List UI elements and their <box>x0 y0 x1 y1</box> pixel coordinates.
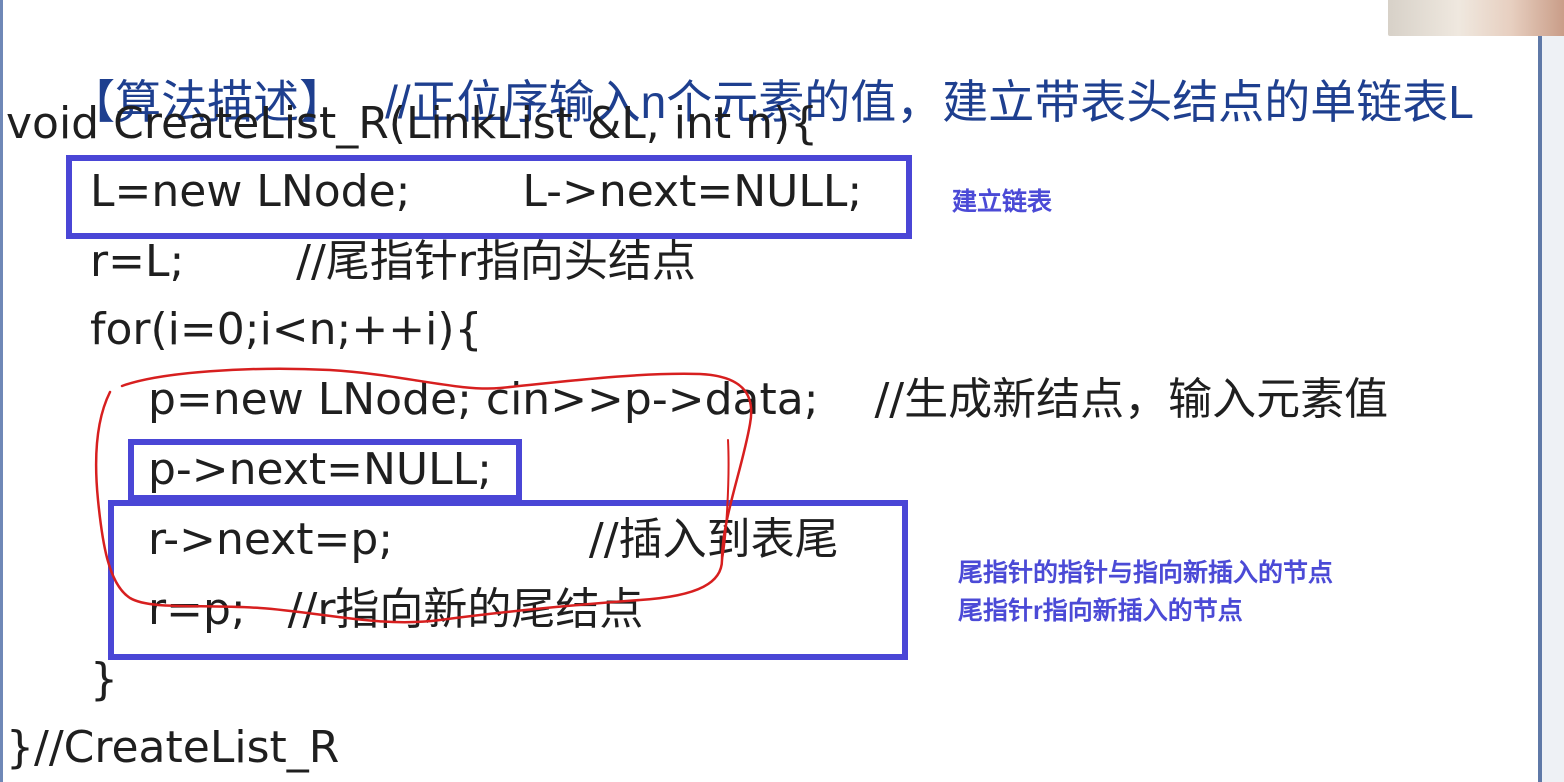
annotation-build-list: 建立链表 <box>952 188 1053 216</box>
annotation-tail-note-2: 尾指针r指向新插入的节点 <box>958 597 1243 625</box>
red-scribble-annotation <box>94 367 753 624</box>
lecture-slide: 【算法描述】//正位序输入n个元素的值，建立带表头结点的单链表L void Cr… <box>0 0 1564 782</box>
annotation-tail-note-1: 尾指针的指针与指向新插入的节点 <box>958 559 1334 587</box>
